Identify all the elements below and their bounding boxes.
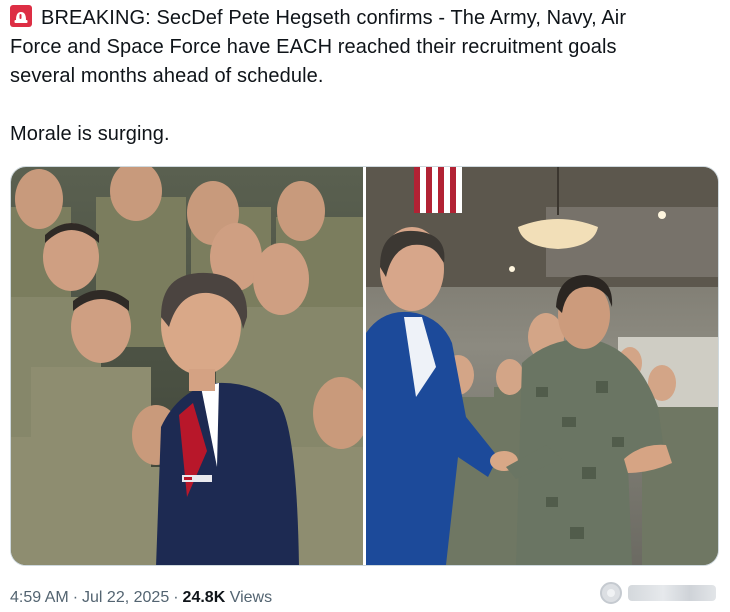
- tweet-line: Morale is surging.: [10, 123, 170, 145]
- tweet-photo-1[interactable]: [11, 167, 363, 565]
- siren-icon: [10, 5, 32, 27]
- watermark-logo-icon: [600, 582, 622, 604]
- meta-separator: ·: [72, 589, 79, 606]
- tweet-photo-2[interactable]: [366, 167, 718, 565]
- tweet-meta: 4:59 AM · Jul 22, 2025 · 24.8K Views: [10, 586, 272, 610]
- watermark-text-blurred: [628, 585, 716, 601]
- watermark: [600, 578, 724, 608]
- meta-separator: ·: [173, 589, 179, 606]
- tweet-date[interactable]: Jul 22, 2025: [82, 589, 169, 606]
- tweet-line: Force and Space Force have EACH reached …: [10, 36, 617, 58]
- tweet-line: BREAKING: SecDef Pete Hegseth confirms -…: [10, 4, 710, 33]
- tweet-text: BREAKING: SecDef Pete Hegseth confirms -…: [10, 4, 710, 149]
- views-count: 24.8K: [182, 589, 226, 606]
- tweet-line: several months ahead of schedule.: [10, 65, 324, 87]
- views-label: Views: [229, 589, 273, 606]
- tweet-time[interactable]: 4:59 AM: [10, 589, 69, 606]
- media-grid: [10, 166, 719, 566]
